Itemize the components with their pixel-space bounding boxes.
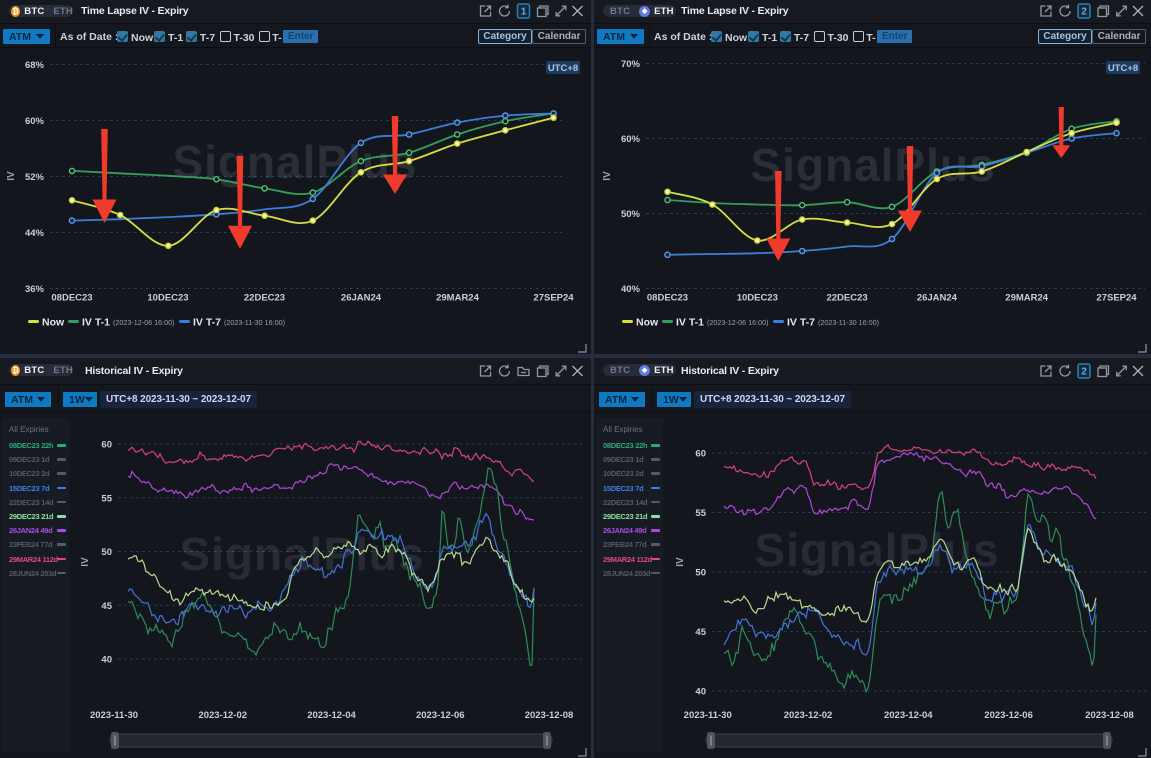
- svg-text:SignalPlus: SignalPlus: [750, 139, 995, 191]
- svg-text:2023-12-06: 2023-12-06: [984, 710, 1033, 721]
- svg-text:2023-12-06: 2023-12-06: [416, 710, 465, 721]
- svg-text:27SEP24: 27SEP24: [1096, 293, 1137, 304]
- svg-text:IV T-7: IV T-7: [787, 317, 815, 329]
- svg-text:50%: 50%: [621, 209, 641, 220]
- svg-text:10DEC23: 10DEC23: [737, 293, 778, 304]
- svg-text:55: 55: [695, 508, 706, 519]
- svg-text:1: 1: [521, 7, 527, 18]
- svg-text:IV: IV: [80, 557, 91, 567]
- svg-text:IV T-1: IV T-1: [676, 317, 704, 329]
- svg-text:60%: 60%: [25, 116, 45, 127]
- svg-text:45: 45: [101, 601, 112, 612]
- svg-text:27SEP24: 27SEP24: [533, 293, 574, 304]
- svg-text:IV: IV: [6, 171, 17, 181]
- svg-text:2: 2: [1081, 7, 1087, 18]
- svg-text:(2023-11-30 16:00): (2023-11-30 16:00): [818, 318, 879, 327]
- svg-text:2023-11-30: 2023-11-30: [90, 710, 138, 721]
- svg-text:40: 40: [101, 655, 112, 666]
- svg-text:10DEC23: 10DEC23: [147, 293, 188, 304]
- svg-text:36%: 36%: [25, 284, 45, 295]
- svg-text:SignalPlus: SignalPlus: [172, 136, 417, 188]
- svg-text:2023-12-04: 2023-12-04: [307, 710, 356, 721]
- svg-text:UTC+8: UTC+8: [1108, 63, 1138, 74]
- svg-text:50: 50: [101, 547, 112, 558]
- svg-text:60: 60: [695, 449, 706, 460]
- svg-text:Now: Now: [42, 317, 65, 329]
- svg-text:2023-12-08: 2023-12-08: [525, 710, 574, 721]
- svg-text:50: 50: [695, 568, 706, 579]
- svg-text:68%: 68%: [25, 60, 45, 71]
- svg-text:29MAR24: 29MAR24: [1005, 293, 1048, 304]
- svg-text:(2023-11-30 16:00): (2023-11-30 16:00): [224, 318, 285, 327]
- svg-text:(2023-12-06 16:00): (2023-12-06 16:00): [707, 318, 769, 327]
- svg-text:40: 40: [695, 687, 706, 698]
- svg-text:2023-12-02: 2023-12-02: [784, 710, 833, 721]
- svg-text:44%: 44%: [25, 228, 45, 239]
- svg-text:29MAR24: 29MAR24: [436, 293, 479, 304]
- svg-text:22DEC23: 22DEC23: [244, 293, 285, 304]
- svg-text:Now: Now: [636, 317, 659, 329]
- svg-text:08DEC23: 08DEC23: [647, 293, 688, 304]
- svg-text:2023-12-02: 2023-12-02: [198, 710, 247, 721]
- svg-text:2023-12-08: 2023-12-08: [1085, 710, 1134, 721]
- svg-text:(2023-12-06 16:00): (2023-12-06 16:00): [113, 318, 175, 327]
- svg-text:52%: 52%: [25, 172, 45, 183]
- svg-text:60: 60: [101, 440, 112, 451]
- svg-text:45: 45: [695, 627, 706, 638]
- svg-text:UTC+8: UTC+8: [548, 63, 578, 74]
- svg-text:60%: 60%: [621, 134, 641, 145]
- svg-text:2: 2: [1081, 367, 1087, 378]
- svg-text:26JAN24: 26JAN24: [917, 293, 958, 304]
- svg-text:26JAN24: 26JAN24: [341, 293, 382, 304]
- svg-text:2023-11-30: 2023-11-30: [684, 710, 732, 721]
- svg-text:55: 55: [101, 493, 112, 504]
- svg-text:IV T-1: IV T-1: [82, 317, 110, 329]
- svg-text:IV T-7: IV T-7: [193, 317, 221, 329]
- svg-text:IV: IV: [602, 171, 613, 181]
- svg-text:70%: 70%: [621, 59, 641, 70]
- svg-text:40%: 40%: [621, 284, 641, 295]
- svg-text:22DEC23: 22DEC23: [826, 293, 867, 304]
- svg-text:08DEC23: 08DEC23: [51, 293, 92, 304]
- svg-text:IV: IV: [675, 557, 686, 567]
- svg-text:2023-12-04: 2023-12-04: [884, 710, 933, 721]
